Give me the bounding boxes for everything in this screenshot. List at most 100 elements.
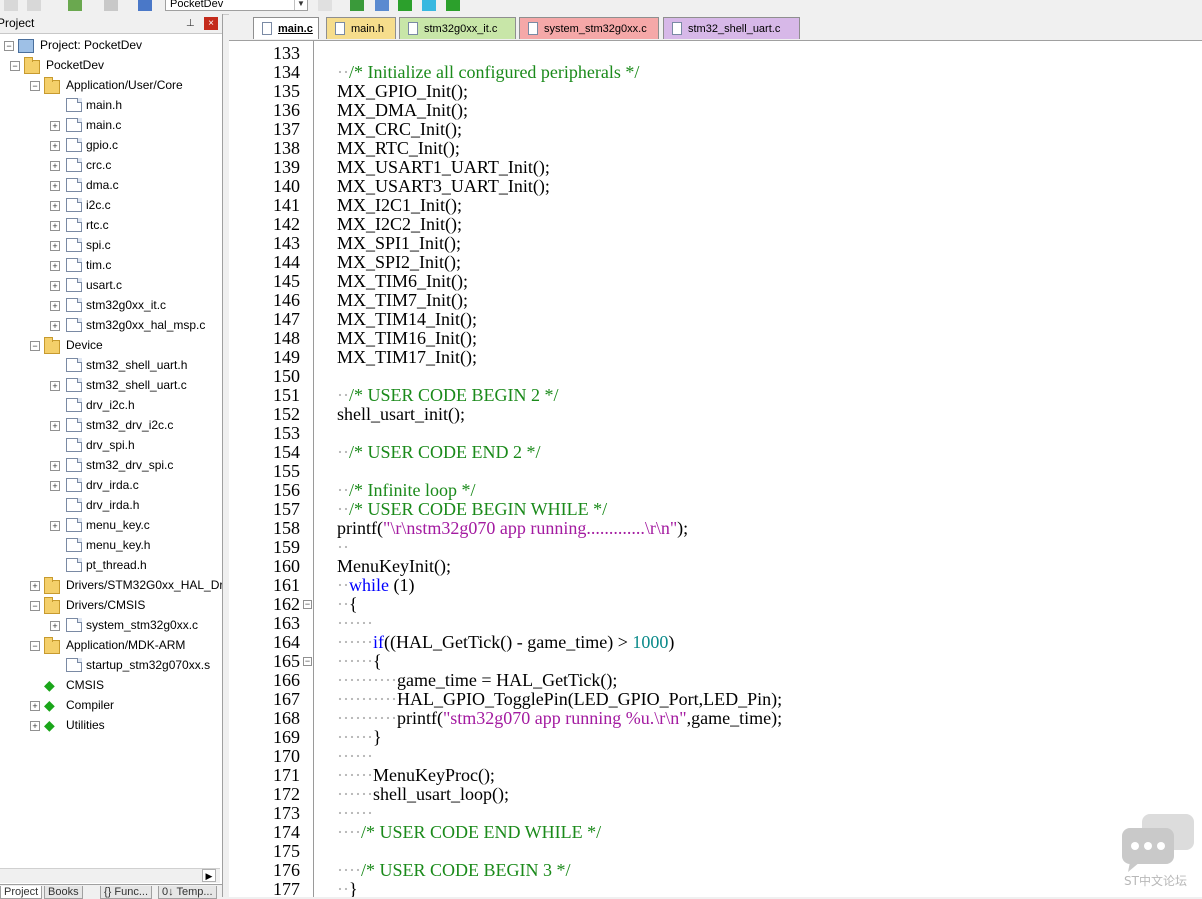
tree-folder-item[interactable]: − Drivers/CMSIS xyxy=(0,595,222,615)
tab-label: system_stm32g0xx.c xyxy=(544,23,647,35)
checkbox-icon[interactable] xyxy=(446,0,460,11)
manage-components-icon[interactable] xyxy=(350,0,364,11)
tree-file-item[interactable]: pt_thread.h xyxy=(0,555,222,575)
tree-item[interactable]: + ◆ Compiler xyxy=(0,695,222,715)
fold-icon[interactable]: − xyxy=(303,657,312,666)
tree-file-item[interactable]: + system_stm32g0xx.c xyxy=(0,615,222,635)
collapse-icon[interactable]: − xyxy=(30,601,40,611)
tree-file-item[interactable]: + usart.c xyxy=(0,275,222,295)
chevron-down-icon[interactable]: ▼ xyxy=(294,0,307,10)
tree-file-item[interactable]: + dma.c xyxy=(0,175,222,195)
pack-installer-icon[interactable] xyxy=(375,0,389,11)
tree-folder-item[interactable]: − Device xyxy=(0,335,222,355)
tree-file-item[interactable]: + crc.c xyxy=(0,155,222,175)
expand-icon[interactable]: + xyxy=(50,621,60,631)
tree-file-item[interactable]: + spi.c xyxy=(0,235,222,255)
file-icon xyxy=(66,198,82,212)
options-icon[interactable] xyxy=(318,0,332,11)
tree-file-item[interactable]: drv_spi.h xyxy=(0,435,222,455)
tab-templates[interactable]: 0↓ Temp... xyxy=(158,886,217,899)
expand-icon[interactable]: + xyxy=(50,301,60,311)
download-icon[interactable] xyxy=(138,0,152,11)
pin-icon[interactable]: ⊥ xyxy=(186,14,195,33)
target-select[interactable]: PocketDev ▼ xyxy=(165,0,308,11)
tree-file-item[interactable]: + stm32g0xx_it.c xyxy=(0,295,222,315)
line-number-gutter[interactable]: 133 134 135 136 137 138 139 140 141 142 143 144 145 1… xyxy=(229,41,314,897)
tree-item[interactable]: + ◆ Utilities xyxy=(0,715,222,735)
expand-icon[interactable]: + xyxy=(50,201,60,211)
expand-icon[interactable]: + xyxy=(50,381,60,391)
tree-file-item[interactable]: + rtc.c xyxy=(0,215,222,235)
toolbar-button[interactable] xyxy=(104,0,118,11)
tree-file-item[interactable]: stm32_shell_uart.h xyxy=(0,355,222,375)
tree-item[interactable]: − PocketDev xyxy=(0,55,222,75)
select-packs-icon[interactable] xyxy=(398,0,412,11)
tree-folder-item[interactable]: − Application/User/Core xyxy=(0,75,222,95)
expand-icon[interactable]: + xyxy=(50,321,60,331)
code-editor[interactable]: ··/* Initialize all configured periphera… xyxy=(315,41,1202,898)
expand-icon[interactable]: + xyxy=(30,701,40,711)
tab-main-c[interactable]: main.c xyxy=(253,17,319,39)
tree-file-item[interactable]: menu_key.h xyxy=(0,535,222,555)
tree-file-item[interactable]: + menu_key.c xyxy=(0,515,222,535)
expand-icon[interactable]: + xyxy=(50,461,60,471)
tree-file-item[interactable]: + tim.c xyxy=(0,255,222,275)
tree-folder-item[interactable]: − Application/MDK-ARM xyxy=(0,635,222,655)
tree-folder-item[interactable]: + Drivers/STM32G0xx_HAL_Driver xyxy=(0,575,222,595)
expand-icon[interactable]: + xyxy=(50,141,60,151)
tree-file-item[interactable]: drv_irda.h xyxy=(0,495,222,515)
tree-file-item[interactable]: + stm32_drv_i2c.c xyxy=(0,415,222,435)
collapse-icon[interactable]: − xyxy=(10,61,20,71)
expand-icon[interactable]: + xyxy=(50,261,60,271)
expand-icon[interactable]: + xyxy=(30,581,40,591)
tree-file-item[interactable]: + drv_irda.c xyxy=(0,475,222,495)
tree-file-item[interactable]: + stm32_drv_spi.c xyxy=(0,455,222,475)
tree-file-item[interactable]: + stm32g0xx_hal_msp.c xyxy=(0,315,222,335)
expand-icon[interactable]: + xyxy=(50,481,60,491)
tab-functions[interactable]: {} Func... xyxy=(100,886,153,899)
horizontal-scrollbar[interactable]: ▶ xyxy=(0,868,220,883)
tree-item-label: usart.c xyxy=(86,278,123,292)
close-icon[interactable]: × xyxy=(204,17,218,30)
tree-file-item[interactable]: + i2c.c xyxy=(0,195,222,215)
tree-item[interactable]: ◆ CMSIS xyxy=(0,675,222,695)
expand-icon[interactable]: + xyxy=(30,721,40,731)
tree-file-item[interactable]: + gpio.c xyxy=(0,135,222,155)
tree-file-item[interactable]: main.h xyxy=(0,95,222,115)
expand-icon[interactable]: + xyxy=(50,281,60,291)
expand-icon[interactable]: + xyxy=(50,221,60,231)
tree-file-item[interactable]: drv_i2c.h xyxy=(0,395,222,415)
fold-icon[interactable]: − xyxy=(303,600,312,609)
load-icon[interactable] xyxy=(68,0,82,11)
tab-main-h[interactable]: main.h xyxy=(326,17,396,39)
tree-file-item[interactable]: + stm32_shell_uart.c xyxy=(0,375,222,395)
tab-stm32g0xx-it-c[interactable]: stm32g0xx_it.c xyxy=(399,17,516,39)
tab-system-stm32g0xx-c[interactable]: system_stm32g0xx.c xyxy=(519,17,659,39)
expand-icon[interactable]: + xyxy=(50,121,60,131)
line-number: 158 xyxy=(273,518,300,538)
toolbar-button[interactable] xyxy=(27,0,41,11)
expand-icon[interactable]: + xyxy=(50,181,60,191)
expand-icon[interactable]: + xyxy=(50,421,60,431)
file-icon xyxy=(66,558,82,572)
toolbar-button[interactable] xyxy=(4,0,18,11)
tab-books[interactable]: Books xyxy=(44,886,83,899)
tree-file-item[interactable]: + main.c xyxy=(0,115,222,135)
expand-icon[interactable]: + xyxy=(50,161,60,171)
tree-file-item[interactable]: startup_stm32g070xx.s xyxy=(0,655,222,675)
expand-icon[interactable]: + xyxy=(50,521,60,531)
collapse-icon[interactable]: − xyxy=(30,641,40,651)
collapse-icon[interactable]: − xyxy=(30,81,40,91)
collapse-icon[interactable]: − xyxy=(4,41,14,51)
collapse-icon[interactable]: − xyxy=(30,341,40,351)
file-icon xyxy=(66,258,82,272)
line-number: 177 xyxy=(273,879,300,898)
scroll-right-icon[interactable]: ▶ xyxy=(202,869,216,882)
code-line: ··/* USER CODE END 2 */ xyxy=(337,442,541,462)
expand-icon[interactable]: + xyxy=(50,241,60,251)
tab-stm32-shell-uart-c[interactable]: stm32_shell_uart.c xyxy=(663,17,800,39)
tab-project[interactable]: Project xyxy=(0,886,43,899)
tree-item-label: main.h xyxy=(86,98,123,112)
tree-item[interactable]: − Project: PocketDev xyxy=(0,35,222,55)
runtime-env-icon[interactable] xyxy=(422,0,436,11)
